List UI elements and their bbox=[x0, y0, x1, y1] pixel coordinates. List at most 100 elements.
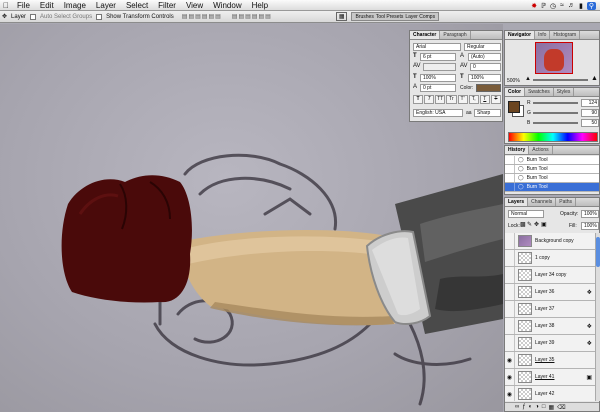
lock-position-icon[interactable]: ✥ bbox=[534, 221, 539, 228]
menu-select[interactable]: Select bbox=[121, 1, 153, 10]
opacity-field[interactable]: 100% bbox=[581, 210, 599, 218]
eye-icon[interactable]: ◉ bbox=[505, 386, 515, 401]
kerning-field[interactable] bbox=[423, 63, 456, 71]
foreground-color-swatch[interactable] bbox=[508, 101, 520, 113]
layers-scroll-thumb[interactable] bbox=[596, 237, 600, 267]
history-item[interactable]: ◯ Burn Tool bbox=[505, 165, 599, 174]
font-style-select[interactable]: Regular bbox=[464, 43, 501, 51]
subscript-button[interactable]: T, bbox=[468, 95, 479, 104]
layer-style-icon[interactable]: ❖ bbox=[587, 289, 592, 296]
color-spectrum-bar[interactable] bbox=[508, 132, 598, 142]
menu-window[interactable]: Window bbox=[208, 1, 246, 10]
menu-layer[interactable]: Layer bbox=[91, 1, 121, 10]
tab-styles[interactable]: Styles bbox=[554, 88, 575, 96]
menu-image[interactable]: Image bbox=[59, 1, 91, 10]
visibility-toggle[interactable] bbox=[505, 335, 515, 351]
tab-actions[interactable]: Actions bbox=[529, 146, 553, 154]
baseline-shift-field[interactable]: 0 pt bbox=[420, 84, 456, 92]
text-color-swatch[interactable] bbox=[476, 84, 501, 92]
tab-swatches[interactable]: Swatches bbox=[525, 88, 554, 96]
small-caps-button[interactable]: Tr bbox=[446, 95, 457, 104]
link-layers-icon[interactable]: ∞ bbox=[515, 404, 519, 410]
well-tab-tool-presets[interactable]: Tool Presets bbox=[376, 14, 404, 20]
history-item[interactable]: ◯ Burn Tool bbox=[505, 156, 599, 165]
layer-mask-icon[interactable]: ◐ bbox=[529, 404, 533, 410]
palette-well-icon[interactable]: ▦ bbox=[335, 12, 348, 21]
move-tool-icon[interactable]: ✥ bbox=[2, 13, 7, 20]
tab-layers[interactable]: Layers bbox=[505, 198, 529, 206]
visibility-toggle[interactable] bbox=[505, 318, 515, 334]
layer-row[interactable]: Background copy bbox=[505, 233, 595, 250]
show-transform-checkbox[interactable] bbox=[96, 13, 103, 20]
layer-style-icon[interactable]: ❖ bbox=[587, 340, 592, 347]
tab-paths[interactable]: Paths bbox=[556, 198, 577, 206]
antialias-select[interactable]: Sharp bbox=[474, 109, 501, 117]
eye-icon[interactable]: ◉ bbox=[505, 352, 515, 368]
layer-row[interactable]: 1 copy bbox=[505, 250, 595, 267]
all-caps-button[interactable]: TT bbox=[435, 95, 446, 104]
zoom-in-icon[interactable]: ▲ bbox=[591, 75, 598, 82]
wifi-icon[interactable]: ≈ bbox=[560, 2, 564, 9]
distribute-buttons[interactable]: ▤▤▤▤▤▤ bbox=[232, 13, 272, 20]
layer-row[interactable]: ◉ Layer 42 bbox=[505, 386, 595, 401]
battery-icon[interactable]: ▮ bbox=[579, 2, 583, 10]
spotlight-icon[interactable]: ⚲ bbox=[586, 1, 596, 10]
tab-navigator[interactable]: Navigator bbox=[505, 31, 536, 39]
tab-color[interactable]: Color bbox=[505, 88, 526, 96]
visibility-toggle[interactable] bbox=[505, 301, 515, 317]
fill-field[interactable]: 100% bbox=[581, 222, 599, 230]
menu-filter[interactable]: Filter bbox=[153, 1, 181, 10]
menu-help[interactable]: Help bbox=[247, 1, 273, 10]
history-item-selected[interactable]: ◯ Burn Tool bbox=[505, 183, 599, 192]
faux-bold-button[interactable]: T bbox=[413, 95, 424, 104]
align-buttons[interactable]: ▤▤▤▤▤▤ bbox=[182, 13, 222, 20]
visibility-toggle[interactable] bbox=[505, 233, 515, 249]
zoom-value[interactable]: 500% bbox=[507, 78, 520, 84]
faux-italic-button[interactable]: T bbox=[424, 95, 435, 104]
blend-mode-select[interactable]: Normal bbox=[508, 210, 544, 218]
apple-menu-icon[interactable]:  bbox=[0, 1, 12, 10]
menu-view[interactable]: View bbox=[181, 1, 208, 10]
tracking-field[interactable]: 0 bbox=[470, 63, 501, 71]
lock-transparency-icon[interactable]: ▩ bbox=[520, 221, 526, 228]
visibility-toggle[interactable] bbox=[505, 284, 515, 300]
strikethrough-button[interactable]: T bbox=[490, 95, 501, 104]
zoom-out-icon[interactable]: ▲ bbox=[525, 76, 531, 82]
vertical-scale-field[interactable]: 100% bbox=[420, 74, 456, 82]
visibility-toggle[interactable] bbox=[505, 267, 515, 283]
red-field[interactable]: 124 bbox=[581, 99, 599, 107]
well-tab-layer-comps[interactable]: Layer Comps bbox=[405, 14, 435, 20]
bluetooth-icon[interactable]: ℙ bbox=[541, 2, 546, 10]
navigator-preview[interactable] bbox=[535, 42, 573, 74]
well-tab-brushes[interactable]: Brushes bbox=[355, 14, 373, 20]
visibility-toggle[interactable] bbox=[505, 250, 515, 266]
trash-icon[interactable]: ⌫ bbox=[557, 404, 565, 411]
layer-row[interactable]: Layer 38 ❖ bbox=[505, 318, 595, 335]
layer-row[interactable]: ◉ Layer 35 bbox=[505, 352, 595, 369]
green-field[interactable]: 90 bbox=[581, 109, 599, 117]
layer-style-button-icon[interactable]: ƒ bbox=[522, 404, 525, 410]
auto-select-checkbox[interactable] bbox=[30, 13, 37, 20]
horizontal-scale-field[interactable]: 100% bbox=[468, 74, 501, 82]
tab-character[interactable]: Character bbox=[410, 31, 441, 39]
language-select[interactable]: English: USA bbox=[413, 109, 463, 117]
red-slider[interactable] bbox=[533, 102, 578, 104]
lock-pixels-icon[interactable]: ✎ bbox=[527, 221, 532, 228]
blue-slider[interactable] bbox=[533, 122, 578, 124]
lock-all-icon[interactable]: ▣ bbox=[541, 221, 547, 228]
underline-button[interactable]: T bbox=[479, 95, 490, 104]
new-group-icon[interactable]: □ bbox=[542, 404, 546, 410]
font-size-field[interactable]: 6 pt bbox=[420, 53, 456, 61]
menu-edit[interactable]: Edit bbox=[35, 1, 59, 10]
layer-row[interactable]: Layer 39 ❖ bbox=[505, 335, 595, 352]
tab-histogram[interactable]: Histogram bbox=[550, 31, 581, 39]
menu-file[interactable]: File bbox=[12, 1, 35, 10]
green-slider[interactable] bbox=[533, 112, 578, 114]
clock-icon[interactable]: ◷ bbox=[550, 2, 556, 10]
adjustment-layer-icon[interactable]: ◑ bbox=[535, 404, 539, 410]
layers-scrollbar[interactable] bbox=[595, 233, 600, 401]
eye-icon[interactable]: ◉ bbox=[505, 369, 515, 385]
tab-channels[interactable]: Channels bbox=[528, 198, 557, 206]
layer-row[interactable]: Layer 36 ❖ bbox=[505, 284, 595, 301]
layer-style-icon[interactable]: ❖ bbox=[587, 323, 592, 330]
